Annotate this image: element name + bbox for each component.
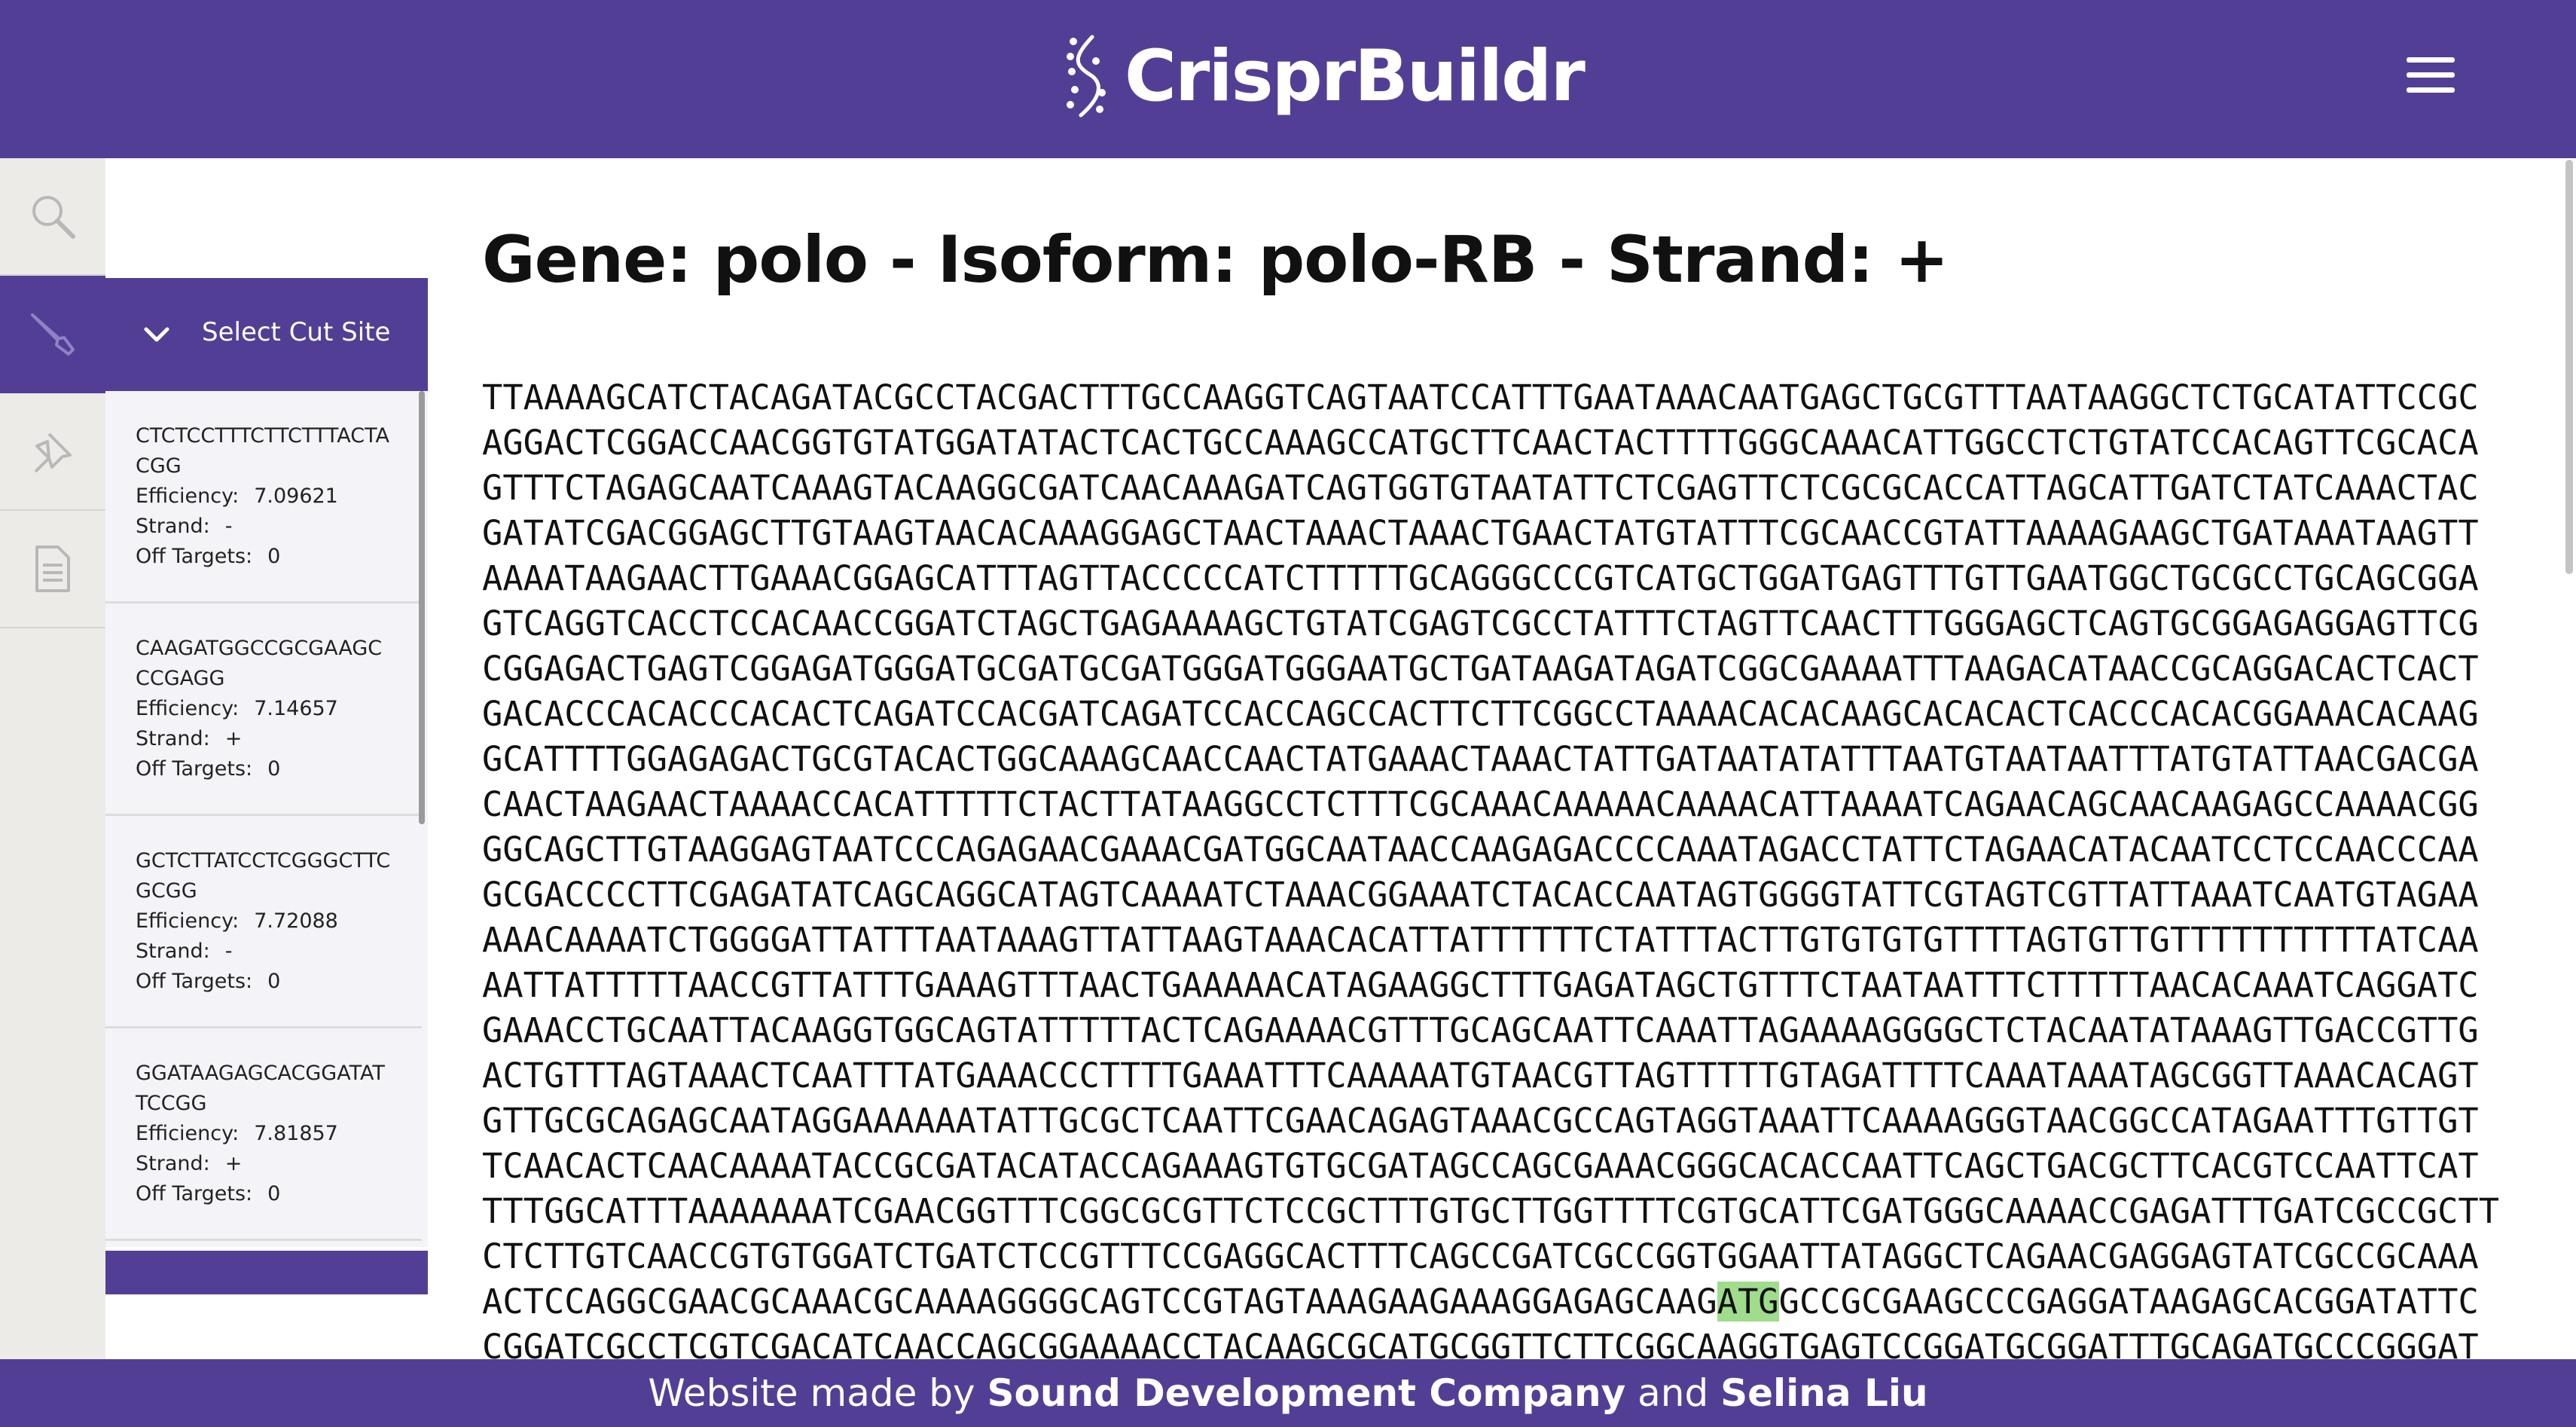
strand-value: - <box>224 940 233 963</box>
chevron-down-icon <box>144 327 169 342</box>
efficiency-label: Efficiency: <box>136 909 240 933</box>
sequence-line: CTCTTGTCAACCGTGTGGATCTGATCTCCGTTTCCGAGGC… <box>482 1236 2479 1276</box>
page-scrollbar[interactable] <box>2565 160 2573 574</box>
sequence-line: GGCAGCTTGTAAGGAGTAATCCCAGAGAACGAAACGATGG… <box>482 830 2479 869</box>
strand-label: Strand: <box>136 515 210 538</box>
sequence-line: AAACAAAATCTGGGGATTATTTAATAAAGTTATTAAGTAA… <box>482 920 2479 960</box>
footer-company-link[interactable]: Sound Development Company <box>987 1371 1626 1415</box>
cut-site-card[interactable]: CTCTCCTTTCTTCTTTACTACGG Efficiency: 7.096… <box>105 391 422 603</box>
top-header: CrisprBuildr <box>0 0 2576 158</box>
dna-helix-icon <box>1067 35 1106 118</box>
off-targets-label: Off Targets: <box>136 1182 253 1205</box>
footer-prefix: Website made by <box>648 1371 987 1415</box>
cut-site-card[interactable]: GCTCTTATCCTCGGGCTTCGCGG Efficiency: 7.720… <box>105 816 422 1028</box>
strand-value: + <box>224 727 243 750</box>
strand-value: - <box>224 515 233 538</box>
dna-sequence: TTAAAAGCATCTACAGATACGCCTACGACTTTGCCAAGGT… <box>482 375 2501 1370</box>
search-icon <box>32 196 75 239</box>
cut-site-list[interactable]: CTCTCCTTTCTTCTTTACTACGG Efficiency: 7.096… <box>105 391 428 1247</box>
sequence-line: AGGACTCGGACCAACGGTGTATGGATATACTCACTGCCAA… <box>482 423 2479 463</box>
cut-site-sequence: CAAGATGGCCGCGAAGCCCGAGG <box>136 637 383 690</box>
sequence-line-start-codon: ACTCCAGGCGAACGCAAACGCAAAAGGGGCAGTCCGTAGT… <box>482 1279 2501 1325</box>
efficiency-label: Efficiency: <box>136 484 240 508</box>
cut-site-sequence: CTCTCCTTTCTTCTTTACTACGG <box>136 424 389 478</box>
sequence-line: TCAACACTCAACAAAATACCGCGATACATACCAGAAAGTG… <box>482 1146 2479 1186</box>
sequence-line: AATTATTTTTAACCGTTATTTGAAAGTTTAACTGAAAAAC… <box>482 965 2479 1005</box>
cut-list-scrollbar[interactable] <box>419 391 425 824</box>
app-name: CrisprBuildr <box>1125 35 1586 118</box>
sequence-segment: ACTCCAGGCGAACGCAAACGCAAAAGGGGCAGTCCGTAGT… <box>482 1282 1717 1322</box>
select-cut-site-toggle[interactable]: Select Cut Site <box>105 278 428 391</box>
efficiency-value: 7.14657 <box>254 697 338 720</box>
off-targets-value: 0 <box>267 545 281 568</box>
cut-site-sequence: GCTCTTATCCTCGGGCTTCGCGG <box>136 849 391 903</box>
hamburger-menu-icon[interactable] <box>2407 54 2455 96</box>
sequence-line: GCATTTTGGAGAGACTGCGTACACTGGCAAAGCAACCAAC… <box>482 739 2479 779</box>
sequence-line: CGGAGACTGAGTCGGAGATGGGATGCGATGCGATGGGATG… <box>482 649 2479 689</box>
off-targets-value: 0 <box>267 970 281 993</box>
off-targets-value: 0 <box>267 1182 281 1205</box>
strand-label: Strand: <box>136 727 210 750</box>
off-targets-label: Off Targets: <box>136 970 253 993</box>
cut-site-card[interactable]: GGATAAGAGCACGGATATTCCGG Efficiency: 7.818… <box>105 1028 422 1241</box>
strand-value: + <box>224 1152 243 1175</box>
sequence-segment: GCCGCGAAGCCCGAGGATAAGAGCACGGATATTC <box>1778 1282 2479 1322</box>
sequence-line: GTTTCTAGAGCAATCAAAGTACAAGGCGATCAACAAAGAT… <box>482 468 2479 508</box>
scalpel-icon <box>31 313 75 356</box>
cut-site-sequence: GGATAAGAGCACGGATATTCCGG <box>136 1062 385 1115</box>
rail-pin[interactable] <box>0 393 105 511</box>
sequence-line: GTCAGGTCACCTCCACAACCGGATCTAGCTGAGAAAAGCT… <box>482 603 2479 643</box>
efficiency-value: 7.81857 <box>254 1122 338 1145</box>
efficiency-label: Efficiency: <box>136 1122 240 1145</box>
cut-site-card[interactable]: CAAGATGGCCGCGAAGCCCGAGG Efficiency: 7.146… <box>105 603 422 816</box>
cut-panel-footer <box>105 1251 428 1294</box>
footer-person-link[interactable]: Selina Liu <box>1720 1371 1928 1415</box>
sequence-line: GAAACCTGCAATTACAAGGTGGCAGTATTTTTACTCAGAA… <box>482 1010 2479 1050</box>
sequence-line: ACTGTTTAGTAAACTCAATTTATGAAACCCTTTTGAAATT… <box>482 1056 2479 1095</box>
gene-title: Gene: polo - Isoform: polo-RB - Strand: … <box>482 222 1949 298</box>
app-logo[interactable]: CrisprBuildr <box>1058 27 1586 125</box>
rail-document[interactable] <box>0 511 105 628</box>
efficiency-value: 7.72088 <box>254 909 338 933</box>
footer-conj: and <box>1625 1371 1721 1415</box>
sequence-line: GCGACCCCTTCGAGATATCAGCAGGCATAGTCAAAATCTA… <box>482 875 2479 915</box>
off-targets-label: Off Targets: <box>136 757 253 781</box>
rail-scalpel[interactable] <box>0 276 105 393</box>
tool-rail <box>0 158 105 1359</box>
sequence-line: GTTGCGCAGAGCAATAGGAAAAAATATTGCGCTCAATTCG… <box>482 1101 2479 1141</box>
sequence-line: TTTGGCATTTAAAAAAATCGAACGGTTTCGGCGCGTTCTC… <box>482 1191 2500 1231</box>
sequence-line: TTAAAAGCATCTACAGATACGCCTACGACTTTGCCAAGGT… <box>482 377 2479 417</box>
off-targets-label: Off Targets: <box>136 545 253 568</box>
sequence-line: GACACCCACACCCACACTCAGATCCACGATCAGATCCACC… <box>482 694 2479 734</box>
sequence-line: CAACTAAGAACTAAAACCACATTTTTCTACTTATAAGGCC… <box>482 784 2479 824</box>
start-codon-highlight: ATG <box>1717 1282 1779 1322</box>
document-icon <box>35 545 70 592</box>
efficiency-value: 7.09621 <box>254 484 338 508</box>
site-footer: Website made by Sound Development Compan… <box>0 1359 2576 1427</box>
strand-label: Strand: <box>136 940 210 963</box>
cut-panel-title: Select Cut Site <box>202 317 391 347</box>
rail-search[interactable] <box>0 158 105 276</box>
efficiency-label: Efficiency: <box>136 697 240 720</box>
sequence-line: GATATCGACGGAGCTTGTAAGTAACACAAAGGAGCTAACT… <box>482 513 2479 553</box>
pin-icon <box>34 432 72 473</box>
sequence-line: AAAATAAGAACTTGAAACGGAGCATTTAGTTACCCCCATC… <box>482 558 2479 598</box>
off-targets-value: 0 <box>267 757 281 781</box>
strand-label: Strand: <box>136 1152 210 1175</box>
